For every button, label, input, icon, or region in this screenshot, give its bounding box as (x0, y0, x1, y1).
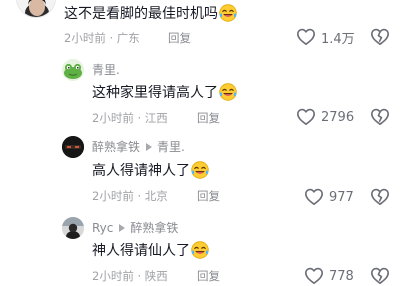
comment-meta: 2小时前 · 广东 (64, 30, 140, 46)
meta-separator: · (109, 31, 114, 45)
comment-location: 陕西 (144, 269, 168, 283)
reply-to-name[interactable]: 醉熟拿铁 (130, 221, 178, 235)
avatar-image (17, 0, 55, 17)
comment-time: 2小时前 (92, 189, 134, 203)
comment-author[interactable]: 醉熟拿铁 青里. (92, 138, 185, 155)
comment-text-content: 这不是看脚的最佳时机吗 (64, 6, 218, 22)
comment-meta: 2小时前 · 江西 (92, 110, 168, 126)
avatar[interactable] (16, 0, 56, 18)
laughing-crying-emoji-icon (219, 4, 237, 22)
heart-outline-icon (304, 267, 324, 285)
laughing-crying-emoji-icon (191, 161, 209, 179)
avatar[interactable] (62, 217, 84, 239)
comment-location: 北京 (144, 189, 168, 203)
comment-time: 2小时前 (92, 269, 134, 283)
avatar[interactable] (62, 59, 84, 81)
meta-separator: · (137, 111, 142, 125)
like-count: 1.4万 (321, 31, 355, 47)
like-button[interactable]: 1.4万 (296, 27, 355, 47)
broken-heart-icon[interactable] (370, 107, 390, 127)
comment-text-content: 高人得请神人了 (92, 163, 190, 179)
broken-heart-icon[interactable] (370, 187, 390, 207)
reply-button[interactable]: 回复 (197, 110, 220, 126)
comment-text: 这不是看脚的最佳时机吗 (64, 4, 237, 23)
heart-outline-icon (296, 108, 316, 125)
author-name[interactable]: 醉熟拿铁 (92, 140, 140, 154)
meta-separator: · (137, 269, 142, 283)
dark-avatar-image (62, 136, 84, 158)
comment-location: 江西 (144, 111, 168, 125)
laughing-crying-emoji-icon (219, 83, 237, 101)
comment-text: 神人得请仙人了 (92, 241, 209, 260)
reply-arrow-icon (146, 143, 153, 151)
comment-meta: 2小时前 · 陕西 (92, 268, 168, 284)
avatar[interactable] (62, 136, 84, 158)
reply-button[interactable]: 回复 (168, 30, 191, 46)
like-count: 778 (329, 268, 354, 284)
laughing-crying-emoji-icon (191, 241, 209, 259)
comment-text-content: 这种家里得请高人了 (92, 85, 218, 101)
comment-author[interactable]: Ryc 醉熟拿铁 (92, 219, 178, 236)
comment-text: 这种家里得请高人了 (92, 83, 237, 102)
comment-author[interactable]: 青里. (92, 61, 120, 78)
like-count: 977 (329, 189, 354, 205)
author-name[interactable]: 青里. (92, 63, 120, 77)
comment-location: 广东 (116, 31, 140, 45)
meta-separator: · (137, 189, 142, 203)
heart-outline-icon (304, 188, 324, 205)
like-count: 2796 (321, 109, 355, 125)
comment-time: 2小时前 (64, 31, 106, 45)
broken-heart-icon[interactable] (370, 266, 390, 286)
reply-button[interactable]: 回复 (197, 268, 220, 284)
reply-to-name[interactable]: 青里. (157, 140, 185, 154)
broken-heart-icon[interactable] (370, 27, 390, 47)
heart-outline-icon (296, 28, 316, 46)
comment-text: 高人得请神人了 (92, 161, 209, 180)
like-button[interactable]: 778 (304, 266, 354, 286)
like-button[interactable]: 977 (304, 187, 354, 207)
reply-arrow-icon (119, 224, 126, 232)
comment-text-content: 神人得请仙人了 (92, 243, 190, 259)
comment-time: 2小时前 (92, 111, 134, 125)
like-button[interactable]: 2796 (296, 107, 354, 127)
photo-avatar-image (62, 217, 84, 239)
frog-avatar-image (62, 59, 84, 81)
reply-button[interactable]: 回复 (197, 188, 220, 204)
comment-meta: 2小时前 · 北京 (92, 188, 168, 204)
author-name[interactable]: Ryc (92, 221, 113, 235)
